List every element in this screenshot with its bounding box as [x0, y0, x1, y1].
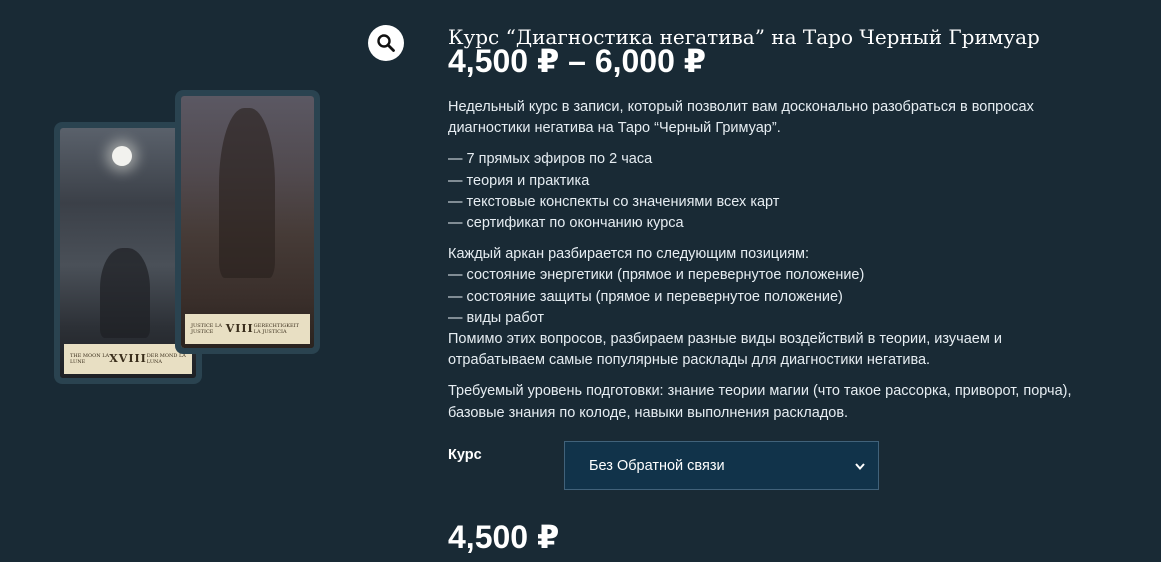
text-line: Требуемый уровень подготовки: знание тео… — [448, 383, 1072, 400]
description-positions: Каждый аркан разбирается по следующим по… — [448, 244, 1138, 371]
magnifier-icon — [377, 34, 395, 52]
card-caption-right: DER MOND LA LUNA — [146, 353, 186, 365]
card-numeral: XVIII — [109, 352, 147, 365]
card-plate: JUSTICE LA JUSTICE VIII GERECHTIGKEIT LA… — [185, 314, 310, 344]
feature-item: — текстовые конспекты со значениями всех… — [448, 193, 780, 210]
product-description: Недельный курс в записи, который позволи… — [448, 97, 1138, 434]
card-caption-left: JUSTICE LA JUSTICE — [191, 323, 222, 335]
description-features: — 7 прямых эфиров по 2 часа — теория и п… — [448, 149, 1138, 234]
text-line: — виды работ — [448, 309, 545, 326]
text-line: отрабатываем самые популярные расклады д… — [448, 352, 931, 369]
card-plate: THE MOON LA LUNE XVIII DER MOND LA LUNA — [64, 344, 192, 374]
card-numeral: VIII — [225, 322, 254, 335]
text-line: — состояние защиты (прямое и перевернуто… — [448, 288, 843, 305]
select-value: Без Обратной связи — [589, 457, 725, 474]
tarot-card-justice[interactable]: JUSTICE LA JUSTICE VIII GERECHTIGKEIT LA… — [181, 96, 314, 348]
product-gallery: THE MOON LA LUNE XVIII DER MOND LA LUNA … — [0, 0, 420, 562]
selected-price: 4,500 ₽ — [448, 519, 560, 555]
description-intro: Недельный курс в записи, который позволи… — [448, 97, 1138, 139]
feature-item: — сертификат по окончанию курса — [448, 215, 684, 232]
text-line: — состояние энергетики (прямое и перевер… — [448, 267, 865, 284]
zoom-button[interactable] — [368, 25, 404, 61]
chevron-down-icon — [855, 462, 865, 470]
feature-item: — теория и практика — [448, 172, 590, 189]
text-line: Помимо этих вопросов, разбираем разные в… — [448, 331, 1002, 348]
description-requirements: Требуемый уровень подготовки: знание тео… — [448, 381, 1138, 423]
price-range: 4,500 ₽ – 6,000 ₽ — [448, 43, 707, 79]
tarot-card-moon[interactable]: THE MOON LA LUNE XVIII DER MOND LA LUNA — [60, 128, 196, 378]
moon-illustration — [112, 146, 132, 166]
course-variation-select[interactable]: Без Обратной связи — [564, 441, 879, 490]
card-caption-left: THE MOON LA LUNE — [70, 353, 110, 365]
card-figure — [100, 248, 150, 338]
text-line: базовые знания по колоде, навыки выполне… — [448, 404, 849, 421]
text-line: Каждый аркан разбирается по следующим по… — [448, 246, 810, 263]
feature-item: — 7 прямых эфиров по 2 часа — [448, 151, 653, 168]
card-figure — [219, 108, 275, 278]
text-line: Недельный курс в записи, который позволи… — [448, 99, 1034, 115]
card-caption-right: GERECHTIGKEIT LA JUSTICIA — [253, 323, 299, 335]
text-line: диагностики негатива на Таро “Черный Гри… — [448, 120, 781, 137]
variation-label: Курс — [448, 447, 482, 463]
